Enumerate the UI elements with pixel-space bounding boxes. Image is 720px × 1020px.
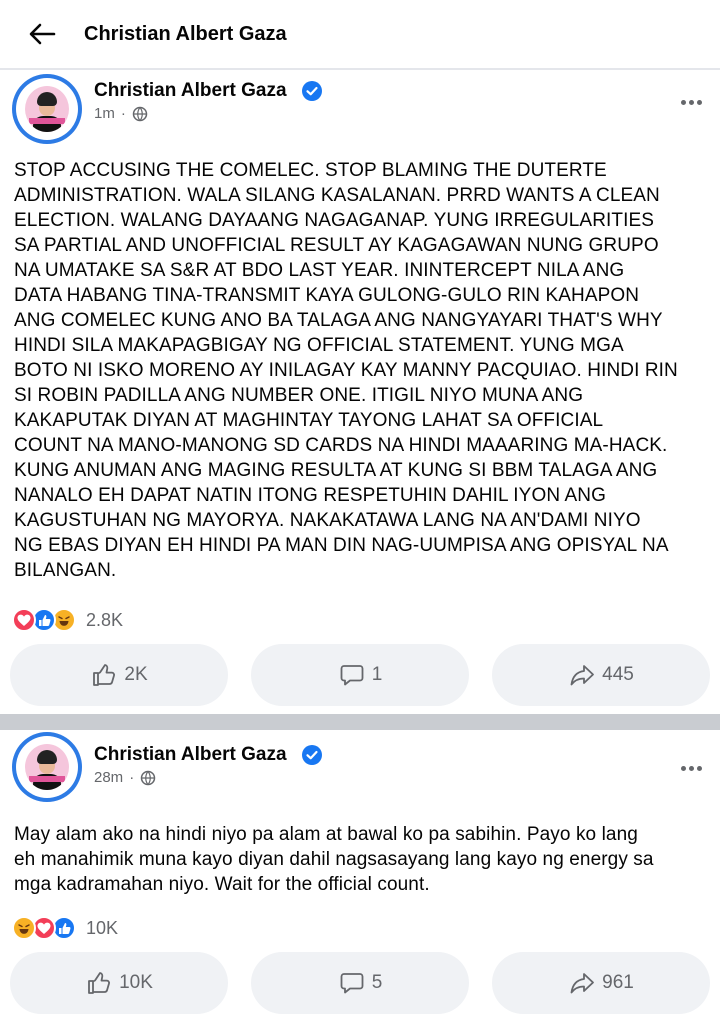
reaction-icons [12, 916, 76, 940]
top-bar: Christian Albert Gaza [0, 0, 720, 70]
reactions-summary[interactable]: 2.8K [12, 608, 123, 632]
dot-icon [680, 99, 686, 105]
author-name[interactable]: Christian Albert Gaza [94, 80, 287, 102]
more-options-button[interactable] [676, 756, 706, 780]
post-text: STOP ACCUSING THE COMELEC. STOP BLAMING … [14, 158, 710, 583]
page-title: Christian Albert Gaza [84, 22, 287, 45]
post-text-line: ADMINISTRATION. WALA SILANG KASALANAN. P… [14, 185, 660, 206]
post-text-line: ANG COMELEC KUNG ANO BA TALAGA ANG NANGY… [14, 310, 663, 331]
comment-icon [340, 665, 364, 686]
meta-separator: · [120, 105, 126, 122]
haha-reaction-icon [12, 916, 36, 940]
like-count: 10K [119, 972, 153, 993]
post-text: May alam ako na hindi niyo pa alam at ba… [14, 822, 710, 897]
post-text-line: SA PARTIAL AND UNOFFICIAL RESULT AY KAGA… [14, 235, 659, 256]
dot-icon [696, 99, 702, 105]
meta-separator: · [129, 769, 135, 786]
post-time[interactable]: 28m [94, 769, 123, 786]
verified-badge-icon [302, 81, 322, 101]
post-text-line: STOP ACCUSING THE COMELEC. STOP BLAMING … [14, 160, 607, 181]
post: Christian Albert Gaza 28m · May alam ako… [0, 730, 720, 1020]
arrow-left-icon [29, 23, 56, 45]
more-options-button[interactable] [676, 90, 706, 114]
share-button[interactable]: 961 [492, 952, 710, 1014]
comment-count: 1 [371, 664, 383, 685]
share-button[interactable]: 445 [492, 644, 710, 706]
love-reaction-icon [12, 608, 36, 632]
comment-button[interactable]: 1 [251, 644, 469, 706]
share-icon [570, 665, 595, 686]
avatar-portrait [25, 86, 69, 132]
post-actions: 2K 1 445 [10, 644, 710, 706]
post-meta: 28m · [94, 769, 156, 786]
post-text-line: NG EBAS DIYAN EH HINDI PA MAN DIN NAG-UU… [14, 535, 669, 556]
avatar[interactable] [12, 732, 82, 802]
post-header: Christian Albert Gaza 1m · [0, 72, 720, 148]
post-divider [0, 714, 720, 730]
post-text-line: HINDI SILA MAKAPAGBIGAY NG OFFICIAL STAT… [14, 335, 624, 356]
dot-icon [688, 765, 694, 771]
post: Christian Albert Gaza 1m · STOP ACCUSING… [0, 72, 720, 714]
avatar-portrait [25, 744, 69, 790]
back-button[interactable] [22, 14, 62, 54]
comment-button[interactable]: 5 [251, 952, 469, 1014]
thumbs-up-icon [88, 972, 111, 994]
avatar-image [16, 736, 78, 798]
post-text-line: May alam ako na hindi niyo pa alam at ba… [14, 824, 638, 845]
post-text-line: NANALO EH DAPAT NATIN ITONG RESPETUHIN D… [14, 485, 606, 506]
post-header: Christian Albert Gaza 28m · [0, 730, 720, 806]
post-text-line: BILANGAN. [14, 560, 117, 581]
avatar-image [16, 78, 78, 140]
post-meta: 1m · [94, 105, 148, 122]
author-name[interactable]: Christian Albert Gaza [94, 744, 287, 766]
dot-icon [688, 99, 694, 105]
share-count: 445 [602, 664, 634, 685]
globe-icon [140, 770, 156, 785]
reaction-icons [12, 608, 76, 632]
share-count: 961 [602, 972, 634, 993]
share-icon [570, 973, 595, 994]
post-text-line: NA UMATAKE SA S&R AT BDO LAST YEAR. ININ… [14, 260, 625, 281]
reaction-count: 10K [86, 917, 119, 938]
post-text-line: KAKAPUTAK DIYAN AT MAGHINTAY TAYONG LAHA… [14, 410, 604, 431]
comment-icon [340, 973, 364, 994]
post-text-line: ELECTION. WALANG DAYAANG NAGAGANAP. YUNG… [14, 210, 655, 231]
dot-icon [680, 765, 686, 771]
like-button[interactable]: 2K [10, 644, 228, 706]
reaction-count: 2.8K [86, 609, 124, 630]
thumbs-up-icon [93, 664, 116, 686]
post-time[interactable]: 1m [94, 105, 115, 122]
post-text-line: DATA HABANG TINA-TRANSMIT KAYA GULONG-GU… [14, 285, 640, 306]
post-text-line: BOTO NI ISKO MORENO AY INILAGAY KAY MANN… [14, 360, 678, 381]
post-actions: 10K 5 961 [10, 952, 710, 1014]
post-text-line: KUNG ANUMAN ANG MAGING RESULTA AT KUNG S… [14, 460, 658, 481]
verified-badge-icon [302, 745, 322, 765]
reactions-summary[interactable]: 10K [12, 916, 118, 940]
post-text-line: COUNT NA MANO-MANONG SD CARDS NA HINDI M… [14, 435, 668, 456]
globe-icon [132, 106, 148, 121]
post-text-line: KAGUSTUHAN NG MAYORYA. NAKAKATAWA LANG N… [14, 510, 641, 531]
post-text-line: eh manahimik muna kayo diyan dahil nagsa… [14, 849, 654, 870]
post-text-line: SI ROBIN PADILLA ANG NUMBER ONE. ITIGIL … [14, 385, 584, 406]
post-text-line: mga kadramahan niyo. Wait for the offici… [14, 874, 430, 895]
like-count: 2K [124, 664, 148, 685]
comment-count: 5 [371, 972, 383, 993]
avatar[interactable] [12, 74, 82, 144]
like-button[interactable]: 10K [10, 952, 228, 1014]
dot-icon [696, 765, 702, 771]
